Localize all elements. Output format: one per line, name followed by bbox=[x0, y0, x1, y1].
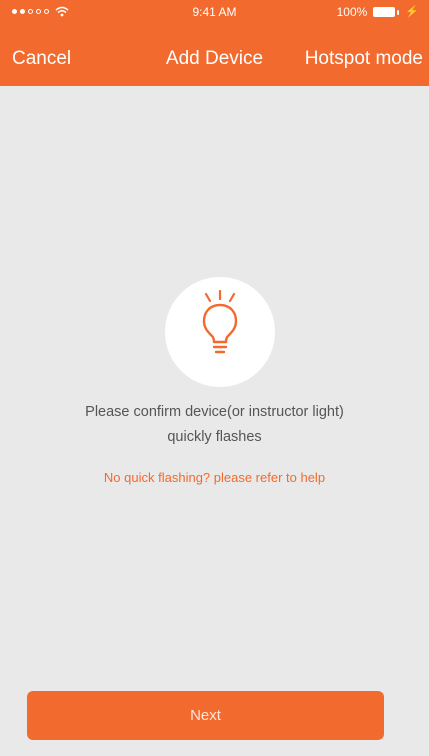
battery-percent: 100% bbox=[336, 5, 368, 19]
next-button[interactable]: Next bbox=[27, 691, 384, 740]
battery-icon bbox=[373, 7, 400, 17]
message-line-1: Please confirm device(or instructor ligh… bbox=[85, 404, 344, 420]
status-bar: 9:41 AM 100% ⚡ bbox=[0, 0, 429, 28]
add-device-screen: 9:41 AM 100% ⚡ Cancel Add Device Hotspot… bbox=[0, 0, 429, 756]
help-link[interactable]: No quick flashing? please refer to help bbox=[40, 470, 389, 485]
navigation-bar: Cancel Add Device Hotspot mode bbox=[0, 40, 429, 80]
hotspot-mode-button[interactable]: Hotspot mode bbox=[305, 48, 423, 70]
status-right: 100% ⚡ bbox=[337, 5, 419, 19]
header: 9:41 AM 100% ⚡ Cancel Add Device Hotspot… bbox=[0, 0, 429, 86]
confirm-message: Please confirm device(or instructor ligh… bbox=[40, 400, 389, 450]
charging-bolt-icon: ⚡ bbox=[405, 5, 419, 18]
message-line-2: quickly flashes bbox=[167, 429, 262, 445]
light-bulb-icon bbox=[165, 277, 275, 387]
